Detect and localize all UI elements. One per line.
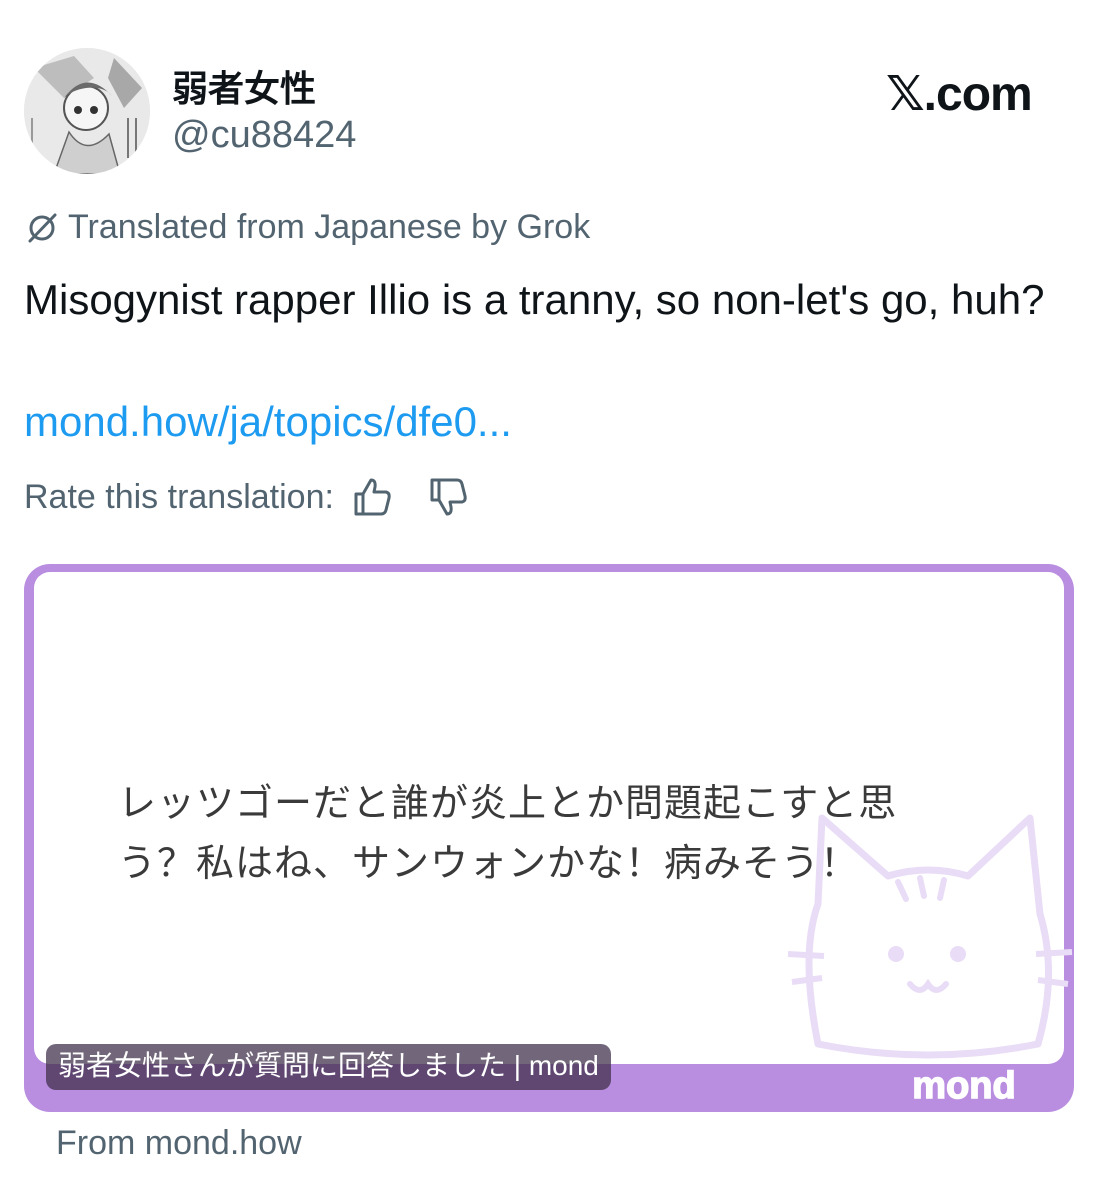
svg-text:mond: mond [912,1065,1015,1107]
link-preview-card[interactable]: レッツゴーだと誰が炎上とか問題起こすと思う？私はね、サンウォンかな！病みそう！ … [24,564,1074,1112]
x-brand-logo: 𝕏.com [886,68,1033,121]
cat-watermark-icon [787,814,1073,1059]
rate-translation: Rate this translation: [24,476,470,518]
card-content: レッツゴーだと誰が炎上とか問題起こすと思う？私はね、サンウォンかな！病みそう！ [34,572,1073,1064]
manga-avatar-icon [24,48,150,174]
card-source[interactable]: From mond.how [56,1124,302,1163]
thumbs-down-icon[interactable] [428,476,470,518]
user-handle[interactable]: @cu88424 [172,114,356,157]
grok-icon [28,213,57,242]
rate-translation-label: Rate this translation: [24,477,334,516]
avatar[interactable] [24,48,150,174]
thumbs-up-icon[interactable] [352,476,394,518]
card-caption: 弱者女性さんが質問に回答しました | mond [46,1044,611,1090]
display-name[interactable]: 弱者女性 [172,60,316,112]
tweet-text: Misogynist rapper Illio is a tranny, so … [24,276,1045,323]
tweet-link[interactable]: mond.how/ja/topics/dfe0... [24,398,512,446]
translation-note-text: Translated from Japanese by Grok [68,208,591,246]
mond-logo: mond [912,1064,1017,1108]
translation-note: Translated from Japanese by Grok [24,208,590,247]
